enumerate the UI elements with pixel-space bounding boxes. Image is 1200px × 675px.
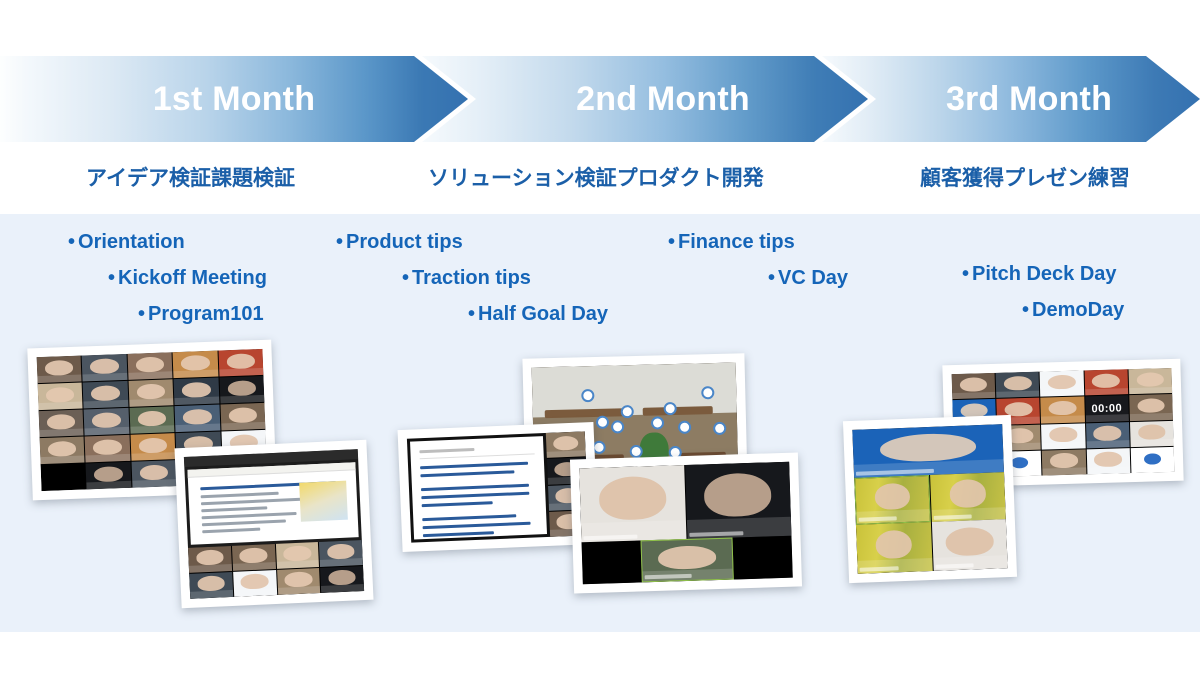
countdown-timer [1084, 395, 1129, 422]
photo-three-person-call[interactable] [569, 452, 803, 594]
photo-image [406, 431, 590, 543]
photo-image [852, 424, 1008, 574]
photo-image [579, 461, 793, 585]
photo-image [183, 449, 365, 599]
shared-slide [410, 436, 547, 540]
shared-slide [187, 462, 359, 545]
photo-collage [0, 0, 1200, 675]
slide-canvas: 1st Month 2nd Month 3rd Month アイデア検証課題検証… [0, 0, 1200, 675]
photo-scrum-slide-call[interactable] [174, 439, 374, 609]
photo-interview-slide[interactable] [397, 421, 599, 553]
photo-zoom-grid-bamboo[interactable] [842, 414, 1018, 584]
